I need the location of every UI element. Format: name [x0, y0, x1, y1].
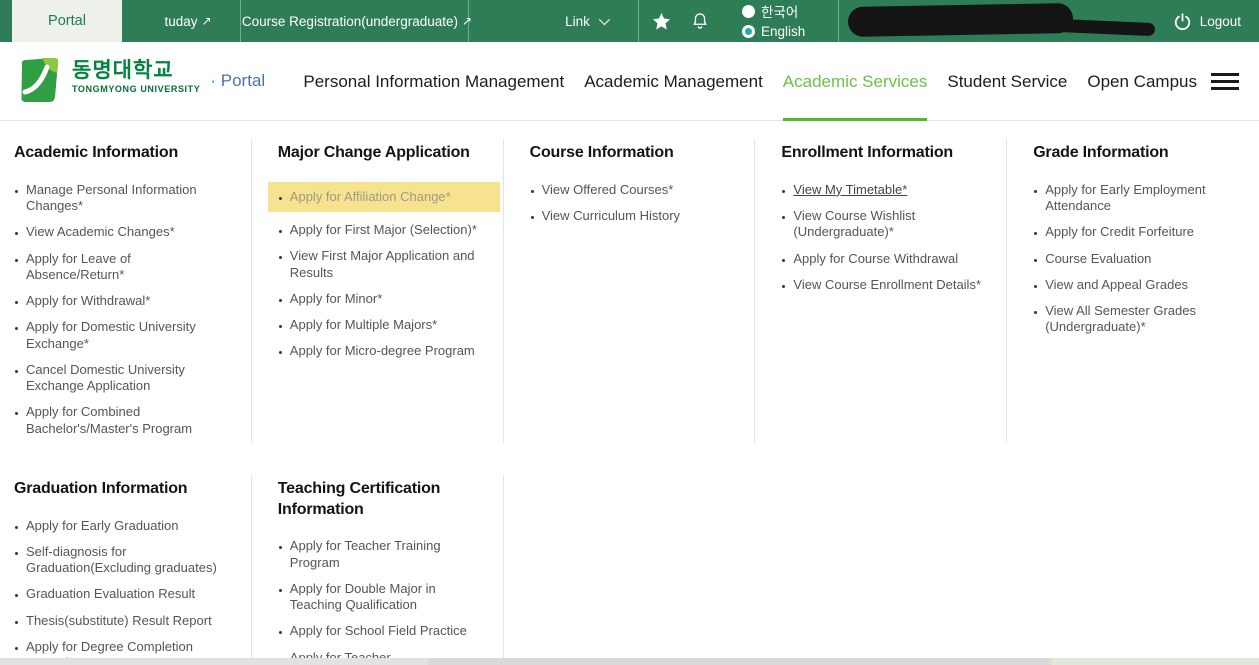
tuday-link[interactable]: tuday ↗: [140, 0, 236, 42]
menu-section-major-change-application: Major Change Application Apply for Affil…: [252, 121, 504, 457]
nav-open-campus[interactable]: Open Campus: [1087, 42, 1197, 121]
menu-section-title: Teaching Certification Information: [278, 479, 483, 521]
menu-item[interactable]: Apply for Leave of Absence/Return*: [14, 251, 242, 284]
top-utility-bar: Portal tuday ↗ Course Registration(under…: [0, 0, 1259, 42]
menu-item[interactable]: View Course Wishlist (Undergraduate)*: [781, 208, 997, 241]
course-registration-link[interactable]: Course Registration(undergraduate) ↗: [246, 0, 468, 42]
favorites-star-icon[interactable]: [652, 0, 671, 42]
menu-item[interactable]: Apply for Credit Forfeiture: [1033, 224, 1249, 240]
menu-item-highlighted[interactable]: Apply for Affiliation Change*: [268, 182, 500, 212]
menu-item[interactable]: Apply for Teacher Aptitude/Personality T…: [278, 650, 494, 658]
nav-academic-management[interactable]: Academic Management: [584, 42, 763, 121]
menu-item[interactable]: View Curriculum History: [530, 208, 746, 224]
topbar-divider: [240, 0, 241, 42]
language-option-korean[interactable]: 한국어: [742, 3, 805, 20]
university-logo[interactable]: 동명대학교 TONGMYONG UNIVERSITY · Portal: [14, 54, 265, 105]
menu-item[interactable]: View Offered Courses*: [530, 182, 746, 198]
menu-section-course-information: Course Information View Offered Courses*…: [504, 121, 756, 457]
menu-item[interactable]: Graduation Evaluation Result: [14, 586, 242, 602]
menu-section-grade-information: Grade Information Apply for Early Employ…: [1007, 121, 1259, 457]
link-dropdown[interactable]: Link: [540, 0, 632, 42]
logout-button[interactable]: Logout: [1173, 0, 1241, 42]
menu-section-title: Grade Information: [1033, 143, 1238, 164]
menu-item[interactable]: Self-diagnosis for Graduation(Excluding …: [14, 544, 242, 577]
topbar-divider: [468, 0, 469, 42]
portal-page: Portal tuday ↗ Course Registration(under…: [0, 0, 1259, 665]
topbar-divider: [838, 0, 839, 42]
language-option-english[interactable]: English: [742, 23, 805, 40]
menu-item[interactable]: View Academic Changes*: [14, 224, 242, 240]
menu-item[interactable]: View and Appeal Grades: [1033, 277, 1249, 293]
menu-section-title: Graduation Information: [14, 479, 219, 500]
menu-item[interactable]: Manage Personal Information Changes*: [14, 182, 242, 215]
menu-item[interactable]: View All Semester Grades (Undergraduate)…: [1033, 303, 1249, 336]
radio-unselected-icon[interactable]: [742, 5, 755, 18]
menu-item[interactable]: View First Major Application and Results: [278, 248, 494, 281]
portal-suffix-label: · Portal: [210, 71, 265, 105]
main-navigation: Personal Information Management Academic…: [303, 42, 1197, 121]
menu-item[interactable]: Apply for Course Withdrawal: [781, 251, 997, 267]
menu-item[interactable]: Apply for Degree Completion Extension: [14, 639, 242, 658]
menu-item[interactable]: Apply for Minor*: [278, 291, 494, 307]
menu-section-title: Enrollment Information: [781, 143, 986, 164]
menu-item[interactable]: Cancel Domestic University Exchange Appl…: [14, 362, 242, 395]
menu-item[interactable]: Apply for Teacher Training Program: [278, 538, 494, 571]
menu-item[interactable]: Thesis(substitute) Result Report: [14, 613, 242, 629]
nav-academic-services[interactable]: Academic Services: [783, 42, 928, 121]
menu-item-hovered[interactable]: View My Timetable*: [781, 182, 997, 198]
menu-section-graduation-information: Graduation Information Apply for Early G…: [0, 457, 252, 658]
page-bottom-edge: [0, 658, 1259, 665]
tongmyong-logo-icon: [14, 57, 64, 105]
menu-item[interactable]: Apply for Withdrawal*: [14, 293, 242, 309]
menu-item[interactable]: Apply for Early Employment Attendance: [1033, 182, 1249, 215]
external-link-icon: ↗: [201, 14, 211, 28]
menu-section-title: Academic Information: [14, 143, 219, 164]
menu-item[interactable]: Apply for Micro-degree Program: [278, 343, 494, 359]
menu-section-title: Major Change Application: [278, 143, 483, 164]
portal-tab[interactable]: Portal: [12, 0, 122, 42]
chevron-down-icon: [599, 14, 610, 25]
academic-services-mega-menu: Academic Information Manage Personal Inf…: [0, 121, 1259, 658]
menu-item[interactable]: Course Evaluation: [1033, 251, 1249, 267]
menu-item[interactable]: Apply for First Major (Selection)*: [278, 222, 494, 238]
menu-item[interactable]: View Course Enrollment Details*: [781, 277, 997, 293]
menu-item[interactable]: Apply for Multiple Majors*: [278, 317, 494, 333]
logo-english-text: TONGMYONG UNIVERSITY: [72, 84, 200, 94]
menu-item[interactable]: Apply for Domestic University Exchange*: [14, 319, 242, 352]
radio-selected-icon[interactable]: [742, 25, 755, 38]
logo-korean-text: 동명대학교: [72, 54, 200, 84]
menu-item[interactable]: Apply for Early Graduation: [14, 518, 242, 534]
nav-student-service[interactable]: Student Service: [947, 42, 1067, 121]
language-selector: 한국어 English: [742, 0, 805, 42]
menu-section-title: Course Information: [530, 143, 735, 164]
nav-personal-information-management[interactable]: Personal Information Management: [303, 42, 564, 121]
power-icon: [1173, 12, 1192, 31]
menu-section-academic-information: Academic Information Manage Personal Inf…: [0, 121, 252, 457]
site-header: 동명대학교 TONGMYONG UNIVERSITY · Portal Pers…: [0, 42, 1259, 121]
menu-section-teaching-certification-information: Teaching Certification Information Apply…: [252, 457, 504, 658]
menu-item[interactable]: Apply for Double Major in Teaching Quali…: [278, 581, 494, 614]
hamburger-menu-icon[interactable]: [1211, 73, 1239, 90]
topbar-divider: [638, 0, 639, 42]
menu-item[interactable]: Apply for Combined Bachelor's/Master's P…: [14, 404, 242, 437]
menu-section-enrollment-information: Enrollment Information View My Timetable…: [755, 121, 1007, 457]
menu-item[interactable]: Apply for School Field Practice: [278, 623, 494, 639]
